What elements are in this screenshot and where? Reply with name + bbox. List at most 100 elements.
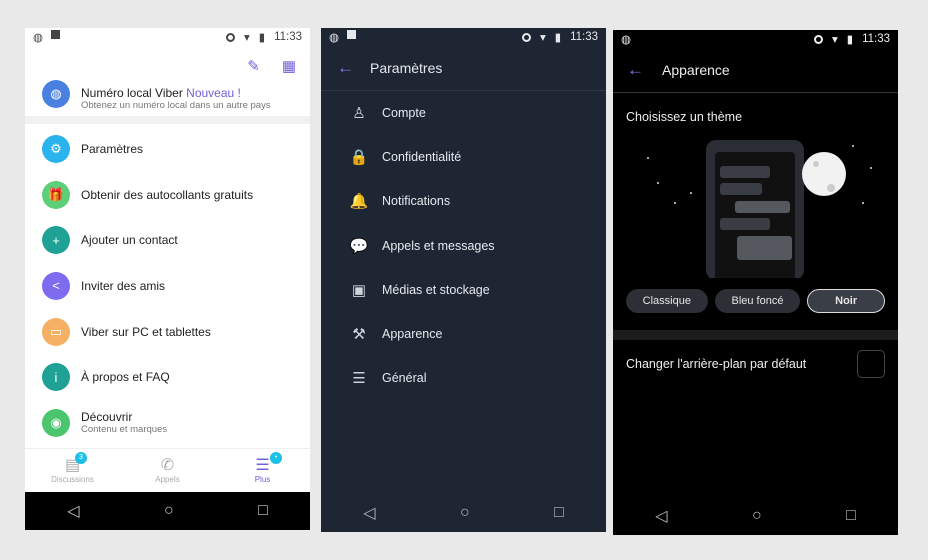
menu-item-5[interactable]: ▭ Viber sur PC et tablettes <box>25 309 310 355</box>
divider <box>613 330 898 340</box>
home-icon[interactable]: ○ <box>460 504 470 522</box>
item-label: Paramètres <box>81 141 144 156</box>
settings-item-1[interactable]: ♙ Compte <box>321 91 606 135</box>
wifi-icon: ▾ <box>243 32 250 44</box>
theme-bleu-fonce[interactable]: Bleu foncé <box>714 289 801 313</box>
theme-classique[interactable]: Classique <box>626 289 708 313</box>
compass-icon: ◉ <box>42 408 70 437</box>
recents-icon[interactable]: □ <box>258 502 268 520</box>
item-label: Médias et stockage <box>382 282 490 297</box>
menu-item-2[interactable]: 🎁 Obtenir des autocollants gratuits <box>25 172 310 218</box>
battery-icon: ▮ <box>846 34 854 46</box>
share-icon: < <box>42 271 70 300</box>
gear-icon: ⚙ <box>42 134 70 163</box>
page-title: Paramètres <box>370 60 443 76</box>
default-background-setting[interactable]: Changer l'arrière-plan par défaut <box>613 340 898 388</box>
home-icon[interactable]: ○ <box>164 502 174 520</box>
local-number-promo[interactable]: ◍ Numéro local Viber Nouveau ! Obtenez u… <box>25 80 310 124</box>
dnd-icon <box>521 32 531 42</box>
home-icon[interactable]: ○ <box>752 507 762 525</box>
dnd-icon <box>813 34 823 44</box>
image-icon <box>51 30 61 39</box>
theme-label: Classique <box>642 295 691 307</box>
system-nav: ◁ ○ □ <box>613 497 898 535</box>
gift-icon: 🎁 <box>42 180 70 209</box>
dnd-icon <box>225 32 235 42</box>
settings-item-2[interactable]: 🔒 Confidentialité <box>321 135 606 179</box>
item-label: Obtenir des autocollants gratuits <box>81 187 254 202</box>
item-label: Découvrir <box>81 410 133 425</box>
wifi-icon: ▾ <box>539 32 546 44</box>
system-nav: ◁ ○ □ <box>25 492 310 530</box>
battery-icon: ▮ <box>258 32 266 44</box>
section-title: Choisissez un thème <box>626 110 743 124</box>
menu-item-7[interactable]: ◉ Découvrir Contenu et marques <box>25 400 310 446</box>
settings-item-6[interactable]: ⚒ Apparence <box>321 312 606 356</box>
globe-icon: ◍ <box>329 32 340 44</box>
chat-icon: ▤ <box>64 457 81 474</box>
theme-noir[interactable]: Noir <box>807 289 885 313</box>
settings-item-5[interactable]: ▣ Médias et stockage <box>321 268 606 312</box>
tab-discussions[interactable]: ▤ 3 Discussions <box>25 449 120 492</box>
globe-icon: ◍ <box>33 32 44 44</box>
qr-code-icon[interactable]: ▦ <box>282 57 296 75</box>
item-label: Ajouter un contact <box>81 233 178 248</box>
back-arrow-icon[interactable]: ← <box>627 60 644 80</box>
menu-item-1[interactable]: ⚙ Paramètres <box>25 126 310 172</box>
menu-icon: ☰ <box>255 457 270 474</box>
new-tag: Nouveau ! <box>186 86 241 100</box>
more-screen: ◍ ▾ ▮ 11:33 ✎ ▦ ◍ Numéro local Viber Nouve… <box>25 28 310 530</box>
status-bar: ◍ ▾ ▮ 11:33 <box>25 28 310 46</box>
menu-item-3[interactable]: + Ajouter un contact <box>25 217 310 263</box>
theme-selector: Classique Bleu foncé Noir <box>613 278 898 313</box>
theme-label: Bleu foncé <box>731 295 784 307</box>
settings-screen: ◍ ▾ ▮ 11:33 ← Paramètres ♙ Compte 🔒 Confident… <box>321 28 606 532</box>
theme-label: Noir <box>835 295 858 307</box>
globe-icon: ◍ <box>621 34 632 46</box>
top-bar: ✎ ▦ <box>25 46 310 86</box>
status-bar: ◍ ▾ ▮ 11:33 <box>321 28 606 46</box>
app-bar: ← Apparence <box>613 48 898 93</box>
item-label: Notifications <box>382 194 451 209</box>
clock: 11:33 <box>862 33 890 45</box>
tab-label: Plus <box>254 475 271 484</box>
tab-plus[interactable]: ☰ • Plus <box>215 449 310 492</box>
settings-item-7[interactable]: ☰ Général <box>321 356 606 400</box>
chat-bubble-icon: 💬 <box>349 237 369 255</box>
settings-item-4[interactable]: 💬 Appels et messages <box>321 224 606 268</box>
list-icon: ☰ <box>352 370 366 388</box>
recents-icon[interactable]: □ <box>846 507 856 525</box>
menu-item-6[interactable]: i À propos et FAQ <box>25 354 310 400</box>
default-background-checkbox[interactable] <box>857 350 885 378</box>
brush-icon: ⚒ <box>352 326 366 344</box>
item-label: Général <box>382 371 427 386</box>
theme-preview-illustration <box>647 140 872 278</box>
recents-icon[interactable]: □ <box>554 504 564 522</box>
menu-list: ⚙ Paramètres 🎁 Obtenir des autocollants gra… <box>25 124 310 446</box>
tab-label: Discussions <box>51 475 94 484</box>
back-arrow-icon[interactable]: ← <box>337 58 354 78</box>
wifi-icon: ▾ <box>831 34 838 46</box>
dot-badge: • <box>270 452 282 464</box>
promo-title: Numéro local Viber <box>81 86 183 100</box>
tab-appels[interactable]: ✆ Appels <box>120 449 215 492</box>
pencil-icon[interactable]: ✎ <box>247 57 260 75</box>
page-title: Apparence <box>662 62 730 78</box>
menu-item-4[interactable]: < Inviter des amis <box>25 263 310 309</box>
item-subtitle: Contenu et marques <box>81 424 168 436</box>
item-label: Apparence <box>382 327 443 342</box>
lock-icon: 🔒 <box>349 149 369 167</box>
item-label: À propos et FAQ <box>81 370 170 385</box>
system-nav: ◁ ○ □ <box>321 494 606 532</box>
promo-subtitle: Obtenez un numéro local dans un autre pa… <box>81 100 271 111</box>
back-icon[interactable]: ◁ <box>655 506 667 526</box>
app-bar: ← Paramètres <box>321 46 606 91</box>
item-label: Viber sur PC et tablettes <box>81 324 211 339</box>
settings-item-3[interactable]: 🔔 Notifications <box>321 179 606 223</box>
back-icon[interactable]: ◁ <box>363 503 375 523</box>
bell-icon: 🔔 <box>349 193 369 211</box>
clock: 11:33 <box>570 31 598 43</box>
battery-icon: ▮ <box>554 32 562 44</box>
back-icon[interactable]: ◁ <box>67 501 79 521</box>
desktop-icon: ▭ <box>42 317 70 346</box>
